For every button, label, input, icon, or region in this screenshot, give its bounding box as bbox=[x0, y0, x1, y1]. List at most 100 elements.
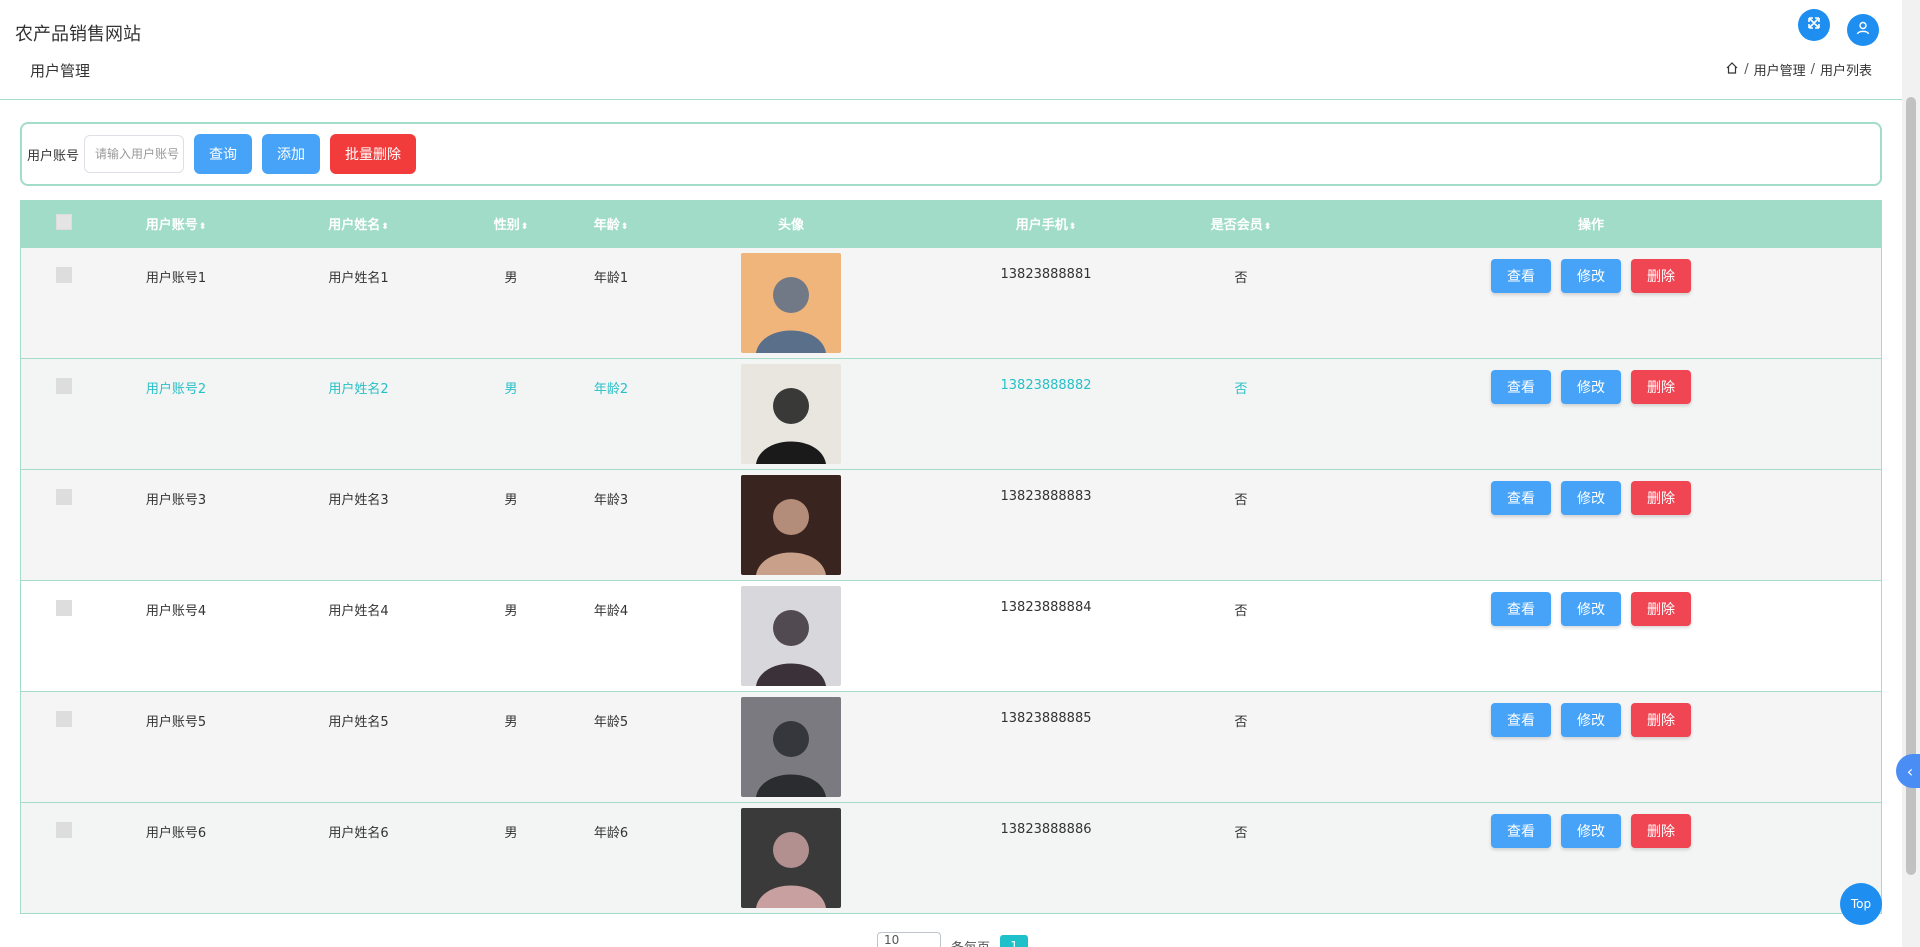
header-gender[interactable]: 性别⬍ bbox=[471, 201, 551, 247]
per-page-text: 条每页 bbox=[951, 937, 990, 947]
delete-button[interactable]: 删除 bbox=[1631, 369, 1691, 404]
sort-icon: ⬍ bbox=[198, 222, 207, 233]
fullscreen-button[interactable] bbox=[1798, 9, 1830, 41]
row-select-cell[interactable] bbox=[21, 580, 106, 691]
cell-name: 用户姓名2 bbox=[328, 381, 389, 397]
header-age[interactable]: 年龄⬍ bbox=[551, 201, 671, 247]
row-checkbox[interactable] bbox=[55, 821, 72, 838]
view-button[interactable]: 查看 bbox=[1491, 480, 1551, 515]
delete-button[interactable]: 删除 bbox=[1631, 480, 1691, 515]
avatar bbox=[741, 474, 841, 575]
user-icon bbox=[1855, 20, 1871, 40]
sort-icon: ⬍ bbox=[381, 222, 389, 233]
account-search-input[interactable] bbox=[84, 135, 185, 173]
row-checkbox[interactable] bbox=[55, 599, 72, 616]
row-checkbox[interactable] bbox=[55, 377, 72, 394]
header-member[interactable]: 是否会员⬍ bbox=[1181, 201, 1301, 247]
cell-account: 用户账号2 bbox=[145, 381, 207, 397]
pagination: 10 条每页 1 bbox=[877, 932, 1029, 947]
avatar bbox=[741, 252, 841, 353]
row-select-cell[interactable] bbox=[21, 469, 106, 580]
row-checkbox[interactable] bbox=[55, 266, 72, 283]
row-select-cell[interactable] bbox=[21, 358, 106, 469]
side-panel-toggle[interactable]: ‹ bbox=[1896, 754, 1920, 788]
cell-avatar bbox=[671, 691, 911, 802]
breadcrumb-item-user-list[interactable]: 用户列表 bbox=[1820, 60, 1872, 79]
cell-actions: 查看 修改 删除 bbox=[1301, 469, 1881, 580]
query-button[interactable]: 查询 bbox=[194, 134, 253, 174]
search-panel: 用户账号 查询 添加 批量删除 bbox=[20, 122, 1882, 186]
edit-button[interactable]: 修改 bbox=[1561, 813, 1621, 848]
avatar bbox=[741, 363, 841, 464]
cell-member: 否 bbox=[1234, 825, 1248, 841]
edit-button[interactable]: 修改 bbox=[1561, 480, 1621, 515]
header-phone[interactable]: 用户手机⬍ bbox=[911, 201, 1181, 247]
cell-phone: 13823888884 bbox=[1000, 599, 1092, 615]
chevron-left-icon: ‹ bbox=[1906, 761, 1914, 781]
account-search-label: 用户账号 bbox=[27, 148, 80, 164]
row-checkbox[interactable] bbox=[55, 710, 72, 727]
page-number-current[interactable]: 1 bbox=[1000, 935, 1029, 947]
cell-age: 年龄4 bbox=[593, 603, 629, 619]
breadcrumb: / 用户管理 / 用户列表 bbox=[1725, 60, 1872, 79]
row-select-cell[interactable] bbox=[21, 802, 106, 913]
back-to-top-button[interactable]: Top bbox=[1840, 883, 1882, 925]
view-button[interactable]: 查看 bbox=[1491, 258, 1551, 293]
delete-button[interactable]: 删除 bbox=[1631, 813, 1691, 848]
table-row: 用户账号5 用户姓名5 男 年龄5 13823888885 否 查看 修改 删除 bbox=[21, 691, 1881, 802]
table-row: 用户账号1 用户姓名1 男 年龄1 13823888881 否 查看 修改 删除 bbox=[21, 247, 1881, 358]
table-row: 用户账号4 用户姓名4 男 年龄4 13823888884 否 查看 修改 删除 bbox=[21, 580, 1881, 691]
cell-actions: 查看 修改 删除 bbox=[1301, 247, 1881, 358]
cell-phone: 13823888885 bbox=[1000, 710, 1092, 726]
table-header-row: 用户账号⬍ 用户姓名⬍ 性别⬍ 年龄⬍ 头像 用户手机⬍ 是否会员⬍ 操作 bbox=[21, 201, 1881, 247]
cell-avatar bbox=[671, 469, 911, 580]
view-button[interactable]: 查看 bbox=[1491, 702, 1551, 737]
cell-member: 否 bbox=[1234, 381, 1248, 397]
cell-age: 年龄3 bbox=[593, 492, 629, 508]
view-button[interactable]: 查看 bbox=[1491, 813, 1551, 848]
view-button[interactable]: 查看 bbox=[1491, 591, 1551, 626]
page-size-select[interactable]: 10 bbox=[877, 932, 941, 947]
cell-account: 用户账号6 bbox=[145, 825, 207, 841]
avatar bbox=[741, 585, 841, 686]
header-select-all[interactable] bbox=[21, 201, 106, 247]
breadcrumb-item-user-management[interactable]: 用户管理 bbox=[1754, 60, 1806, 79]
site-title: 农产品销售网站 bbox=[15, 24, 141, 45]
cell-gender: 男 bbox=[504, 492, 518, 508]
edit-button[interactable]: 修改 bbox=[1561, 591, 1621, 626]
cell-actions: 查看 修改 删除 bbox=[1301, 358, 1881, 469]
home-icon[interactable] bbox=[1725, 61, 1739, 79]
avatar bbox=[741, 696, 841, 797]
cell-member: 否 bbox=[1234, 714, 1248, 730]
cell-age: 年龄1 bbox=[593, 270, 629, 286]
cell-member: 否 bbox=[1234, 603, 1248, 619]
cell-gender: 男 bbox=[504, 270, 518, 286]
cell-avatar bbox=[671, 802, 911, 913]
add-button[interactable]: 添加 bbox=[262, 134, 321, 174]
delete-button[interactable]: 删除 bbox=[1631, 258, 1691, 293]
row-select-cell[interactable] bbox=[21, 247, 106, 358]
table-row: 用户账号2 用户姓名2 男 年龄2 13823888882 否 查看 修改 删除 bbox=[21, 358, 1881, 469]
user-menu-button[interactable] bbox=[1847, 14, 1879, 46]
cell-avatar bbox=[671, 580, 911, 691]
cell-phone: 13823888882 bbox=[1000, 377, 1092, 393]
edit-button[interactable]: 修改 bbox=[1561, 258, 1621, 293]
batch-delete-button[interactable]: 批量删除 bbox=[330, 134, 417, 174]
header-account[interactable]: 用户账号⬍ bbox=[106, 201, 246, 247]
row-select-cell[interactable] bbox=[21, 691, 106, 802]
cell-phone: 13823888886 bbox=[1000, 821, 1092, 837]
cell-phone: 13823888883 bbox=[1000, 488, 1092, 504]
user-table: 用户账号⬍ 用户姓名⬍ 性别⬍ 年龄⬍ 头像 用户手机⬍ 是否会员⬍ 操作 用户… bbox=[20, 200, 1882, 914]
view-button[interactable]: 查看 bbox=[1491, 369, 1551, 404]
edit-button[interactable]: 修改 bbox=[1561, 702, 1621, 737]
page-title: 用户管理 bbox=[30, 62, 91, 80]
header-name[interactable]: 用户姓名⬍ bbox=[246, 201, 471, 247]
cell-gender: 男 bbox=[504, 825, 518, 841]
delete-button[interactable]: 删除 bbox=[1631, 591, 1691, 626]
select-all-checkbox[interactable] bbox=[55, 213, 72, 230]
edit-button[interactable]: 修改 bbox=[1561, 369, 1621, 404]
delete-button[interactable]: 删除 bbox=[1631, 702, 1691, 737]
row-checkbox[interactable] bbox=[55, 488, 72, 505]
cell-actions: 查看 修改 删除 bbox=[1301, 691, 1881, 802]
cell-account: 用户账号4 bbox=[145, 603, 207, 619]
